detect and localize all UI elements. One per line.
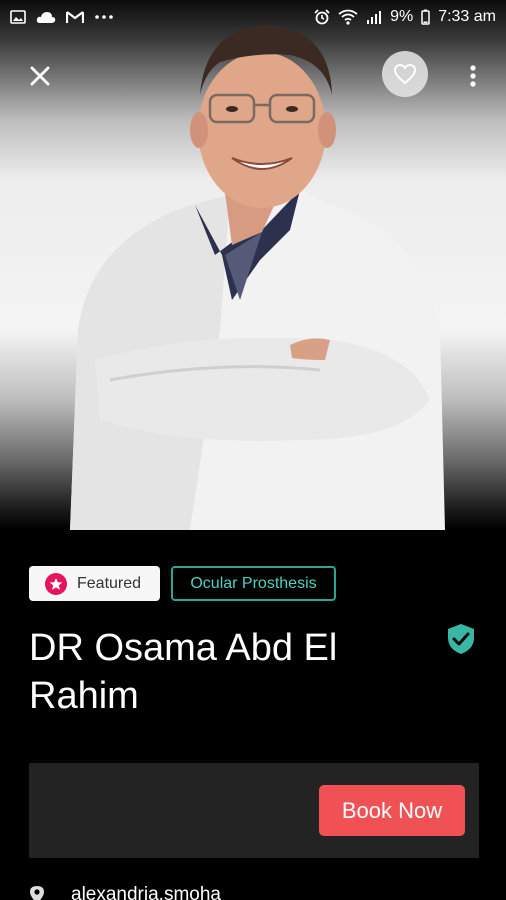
more-options-button[interactable]	[458, 58, 488, 94]
location-row: alexandria,smoha	[29, 884, 221, 900]
alarm-icon	[314, 9, 330, 25]
clock: 7:33 am	[438, 8, 496, 25]
more-vertical-icon	[470, 65, 476, 87]
battery-icon	[421, 9, 430, 25]
heart-icon	[393, 63, 417, 85]
location-pin-icon	[30, 886, 44, 900]
doctor-name: DR Osama Abd El Rahim	[29, 627, 338, 717]
featured-badge: Featured	[29, 566, 160, 601]
featured-label: Featured	[77, 574, 142, 592]
status-bar: 9% 7:33 am	[0, 0, 506, 34]
close-icon	[30, 66, 50, 86]
gmail-icon	[66, 10, 84, 24]
close-button[interactable]	[22, 58, 58, 94]
star-icon	[45, 572, 67, 595]
signal-icon	[366, 10, 382, 24]
gallery-icon	[10, 10, 26, 24]
booking-panel: Book Now	[29, 763, 479, 858]
top-action-bar	[0, 50, 506, 98]
cloud-icon	[36, 11, 56, 24]
more-dots-icon	[94, 14, 114, 20]
tag-list: Featured Ocular Prosthesis	[29, 566, 336, 601]
book-now-button[interactable]: Book Now	[319, 785, 465, 836]
battery-percent: 9%	[390, 8, 414, 25]
location-text: alexandria,smoha	[71, 884, 221, 900]
specialty-tag[interactable]: Ocular Prosthesis	[171, 566, 336, 601]
verified-shield-icon	[445, 622, 477, 656]
favorite-button[interactable]	[382, 51, 428, 97]
wifi-icon	[338, 9, 358, 25]
